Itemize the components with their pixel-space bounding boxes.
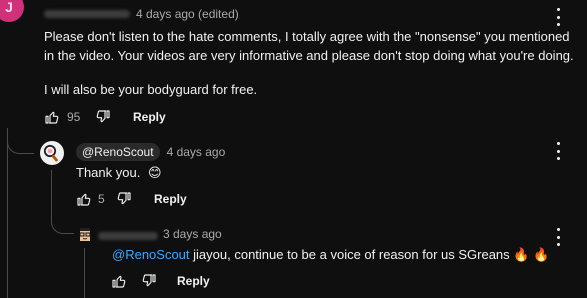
reply-actions: 5 Reply bbox=[76, 190, 187, 208]
commenter-avatar[interactable]: J bbox=[0, 0, 24, 22]
thread-branch bbox=[7, 135, 34, 154]
reply-body: Thank you. 😊 bbox=[76, 163, 162, 182]
more-vertical-icon[interactable] bbox=[550, 228, 566, 246]
reply-body: @RenoScout jiayou, continue to be a voic… bbox=[112, 245, 549, 264]
mention-link[interactable]: @RenoScout bbox=[112, 247, 190, 262]
reply-timestamp[interactable]: 4 days ago bbox=[167, 145, 226, 159]
reply-text: Thank you. bbox=[76, 165, 141, 180]
thumb-down-icon bbox=[117, 192, 131, 205]
comment-timestamp[interactable]: 4 days ago (edited) bbox=[136, 7, 239, 21]
thread-branch bbox=[51, 205, 74, 234]
commenter-avatar[interactable] bbox=[76, 226, 94, 244]
commenter-name-redacted[interactable] bbox=[98, 232, 158, 240]
thread-line bbox=[84, 248, 85, 298]
reply-text: jiayou, continue to be a voice of reason… bbox=[189, 247, 514, 262]
commenter-name-redacted[interactable] bbox=[44, 10, 130, 18]
reply-header: @RenoScout 4 days ago bbox=[76, 143, 225, 161]
author-badge[interactable]: @RenoScout bbox=[76, 143, 160, 161]
dislike-button[interactable] bbox=[141, 273, 157, 289]
more-vertical-icon[interactable] bbox=[550, 8, 566, 26]
nerd-face-icon bbox=[79, 228, 91, 241]
dislike-button[interactable] bbox=[116, 191, 132, 207]
thumb-up-icon bbox=[77, 193, 91, 206]
reply-actions: Reply bbox=[111, 272, 210, 290]
thumb-down-icon bbox=[142, 274, 156, 287]
comment-body-paragraph-1: Please don't listen to the hate comments… bbox=[44, 29, 574, 63]
reply-button[interactable]: Reply bbox=[133, 110, 166, 124]
like-count: 5 bbox=[98, 192, 105, 206]
thumb-up-icon bbox=[112, 275, 126, 288]
comment-body-paragraph-2: I will also be your bodyguard for free. bbox=[44, 82, 258, 97]
like-count: 95 bbox=[67, 110, 81, 124]
dislike-button[interactable] bbox=[95, 109, 111, 125]
fire-emoji: 🔥 🔥 bbox=[513, 247, 550, 262]
thumb-down-icon bbox=[96, 110, 110, 123]
like-button[interactable] bbox=[76, 191, 92, 207]
reply-button[interactable]: Reply bbox=[177, 274, 210, 288]
comment-actions: 95 Reply bbox=[44, 108, 166, 126]
magnifier-icon bbox=[43, 144, 58, 162]
avatar-letter: J bbox=[5, 0, 13, 15]
thumb-up-icon bbox=[45, 111, 59, 124]
renoscout-avatar[interactable] bbox=[40, 141, 64, 165]
reply-button[interactable]: Reply bbox=[154, 192, 187, 206]
thread-line bbox=[51, 170, 52, 210]
more-vertical-icon[interactable] bbox=[550, 142, 566, 160]
reply-timestamp[interactable]: 3 days ago bbox=[163, 227, 222, 241]
thread-line bbox=[7, 150, 8, 298]
like-button[interactable] bbox=[111, 273, 127, 289]
like-button[interactable] bbox=[44, 109, 60, 125]
smile-emoji: 😊 bbox=[147, 165, 162, 180]
